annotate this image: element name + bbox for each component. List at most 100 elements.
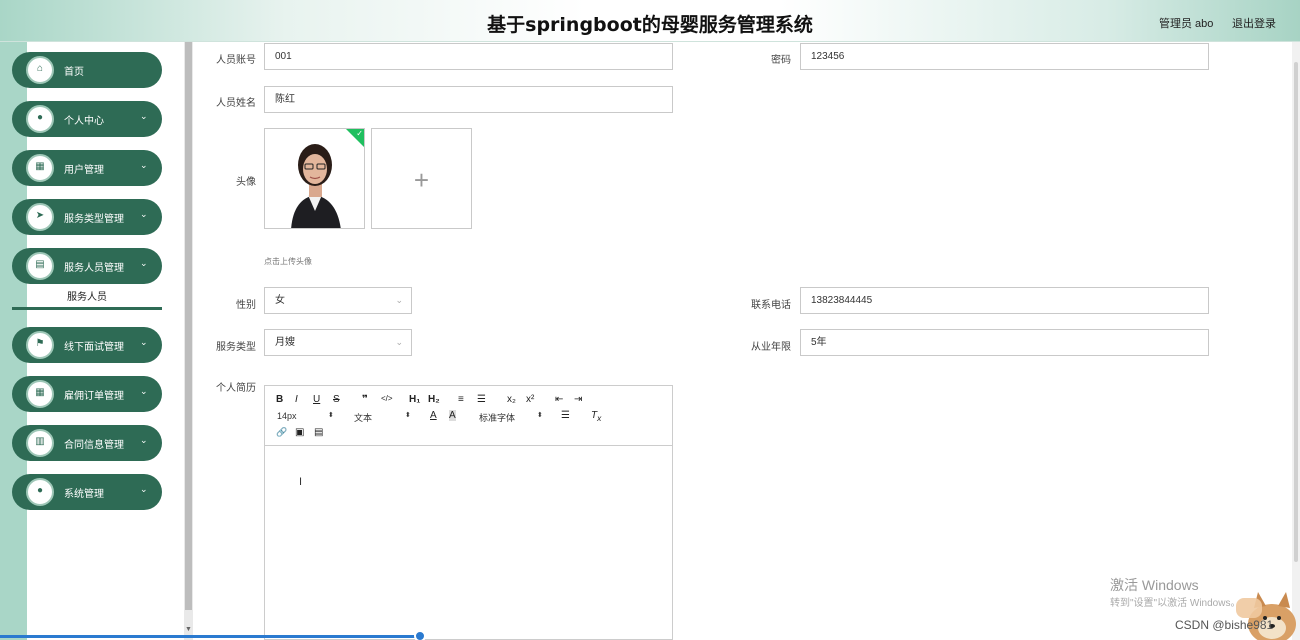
user-icon: ● [26,105,54,133]
scrollbar-thumb[interactable] [185,42,192,610]
superscript-button[interactable]: x² [526,394,534,405]
bullet-list-icon[interactable]: ☰ [477,394,486,405]
chevron-down-icon: ⌄ [395,337,403,347]
account-input[interactable]: 001 [264,43,673,70]
chevron-updown-icon: ⬍ [328,412,334,419]
outdent-icon[interactable]: ⇤ [555,394,563,405]
chevron-down-icon: ⌄ [140,160,148,170]
sidebar-subitem-staff[interactable]: 服务人员 [12,288,162,310]
link-icon[interactable]: 🔗 [276,427,287,438]
clear-format-icon[interactable]: Tx [591,410,601,423]
scrollbar-thumb[interactable] [1294,62,1298,562]
service-type-select[interactable]: 月嫂 ⌄ [264,329,412,356]
gender-value: 女 [275,295,285,306]
bold-button[interactable]: B [276,394,283,405]
sidebar-item-label: 雇佣订单管理 [64,391,124,402]
avatar-preview[interactable]: ✓ [264,128,365,229]
avatar-label: 头像 [236,177,256,188]
sidebar-item-users[interactable]: ▦ 用户管理 ⌄ [12,150,162,186]
current-user[interactable]: 管理员 abo [1159,15,1213,31]
italic-button[interactable]: I [295,394,298,405]
briefcase-icon: ▤ [26,252,54,280]
phone-input[interactable]: 13823844445 [800,287,1209,314]
ordered-list-icon[interactable]: ≡ [458,394,464,405]
sidebar: ⌂ 首页 ● 个人中心 ⌄ ▦ 用户管理 ⌄ ➤ 服务类型管理 ⌄ ▤ 服务人员… [12,42,184,640]
sidebar-item-interviews[interactable]: ⚑ 线下面试管理 ⌄ [12,327,162,363]
check-icon: ✓ [356,129,363,138]
chevron-down-icon: ⌄ [140,386,148,396]
heading1-button[interactable]: H₁ [409,394,420,405]
text-cursor-icon: I [299,476,303,488]
sidebar-item-contracts[interactable]: ▥ 合同信息管理 ⌄ [12,425,162,461]
sidebar-item-label: 首页 [64,67,84,78]
heading2-button[interactable]: H₂ [428,394,440,405]
sidebar-item-label: 个人中心 [64,116,104,127]
sidebar-item-label: 服务类型管理 [64,214,124,225]
logout-link[interactable]: 退出登录 [1232,15,1276,31]
book-icon: ▥ [26,429,54,457]
sidebar-item-orders[interactable]: ▦ 雇佣订单管理 ⌄ [12,376,162,412]
account-label: 人员账号 [216,55,256,66]
sidebar-item-staff[interactable]: ▤ 服务人员管理 ⌄ [12,248,162,284]
image-icon[interactable]: ▣ [295,427,304,438]
align-icon[interactable]: ☰ [561,410,570,421]
windows-activation-title: 激活 Windows [1110,577,1199,593]
sidebar-item-home[interactable]: ⌂ 首页 [12,52,162,88]
quote-icon[interactable]: ❞ [362,394,368,405]
sidebar-item-system[interactable]: ● 系统管理 ⌄ [12,474,162,510]
editor-toolbar: B I U S ❞ </> H₁ H₂ ≡ ☰ x₂ x² ⇤ ⇥ 14px ⬍… [265,386,672,446]
years-input[interactable]: 5年 [800,329,1209,356]
font-size-select[interactable]: 14px [277,411,297,421]
sidebar-item-service-types[interactable]: ➤ 服务类型管理 ⌄ [12,199,162,235]
sidebar-item-label: 合同信息管理 [64,440,124,451]
gender-select[interactable]: 女 ⌄ [264,287,412,314]
chevron-down-icon: ⌄ [140,111,148,121]
user-icon: ● [26,478,54,506]
resume-label: 个人简历 [216,383,256,394]
text-style-select[interactable]: 文本 [354,411,372,424]
chevron-down-icon: ⌄ [140,209,148,219]
years-label: 从业年限 [751,342,791,353]
avatar-upload-button[interactable]: + [371,128,472,229]
video-icon[interactable]: ▤ [314,427,323,438]
font-family-select[interactable]: 标准字体 [479,411,515,424]
progress-bar [0,635,420,638]
scroll-down-icon[interactable]: ▼ [185,626,192,633]
service-type-label: 服务类型 [216,342,256,353]
strike-button[interactable]: S [333,394,340,405]
underline-button[interactable]: U [313,394,320,405]
name-label: 人员姓名 [216,98,256,109]
chevron-down-icon: ⌄ [395,295,403,305]
font-color-icon[interactable]: A [430,410,437,421]
sidebar-item-label: 用户管理 [64,165,104,176]
chevron-down-icon: ⌄ [140,484,148,494]
indent-icon[interactable]: ⇥ [574,394,582,405]
windows-activation-hint: 转到"设置"以激活 Windows。 [1110,598,1241,609]
password-input[interactable]: 123456 [800,43,1209,70]
sidebar-scrollbar[interactable]: ▼ [184,42,193,640]
sidebar-item-label: 系统管理 [64,489,104,500]
csdn-watermark: CSDN @bishe981 [1175,618,1274,632]
chevron-up-icon: ⌄ [140,258,148,268]
resume-editor[interactable]: B I U S ❞ </> H₁ H₂ ≡ ☰ x₂ x² ⇤ ⇥ 14px ⬍… [264,385,673,640]
sidebar-item-label: 线下面试管理 [64,342,124,353]
main-scrollbar[interactable] [1292,42,1300,640]
plus-icon: + [413,165,430,195]
sidebar-item-label: 服务人员管理 [64,263,124,274]
chevron-down-icon: ⌄ [140,337,148,347]
background-color-icon[interactable]: A [449,410,456,421]
password-label: 密码 [771,55,791,66]
sidebar-item-profile[interactable]: ● 个人中心 ⌄ [12,101,162,137]
flag-icon: ⚑ [26,331,54,359]
grid-icon: ▦ [26,380,54,408]
chevron-updown-icon: ⬍ [537,412,543,419]
app-title: 基于springboot的母婴服务管理系统 [487,14,813,36]
progress-handle[interactable] [414,630,426,640]
service-type-value: 月嫂 [275,337,295,348]
upload-hint: 点击上传头像 [264,257,312,266]
subscript-button[interactable]: x₂ [507,394,516,405]
grid-icon: ▦ [26,154,54,182]
top-header: 基于springboot的母婴服务管理系统 管理员 abo 退出登录 [0,0,1300,42]
code-icon[interactable]: </> [381,394,393,403]
name-input[interactable]: 陈红 [264,86,673,113]
